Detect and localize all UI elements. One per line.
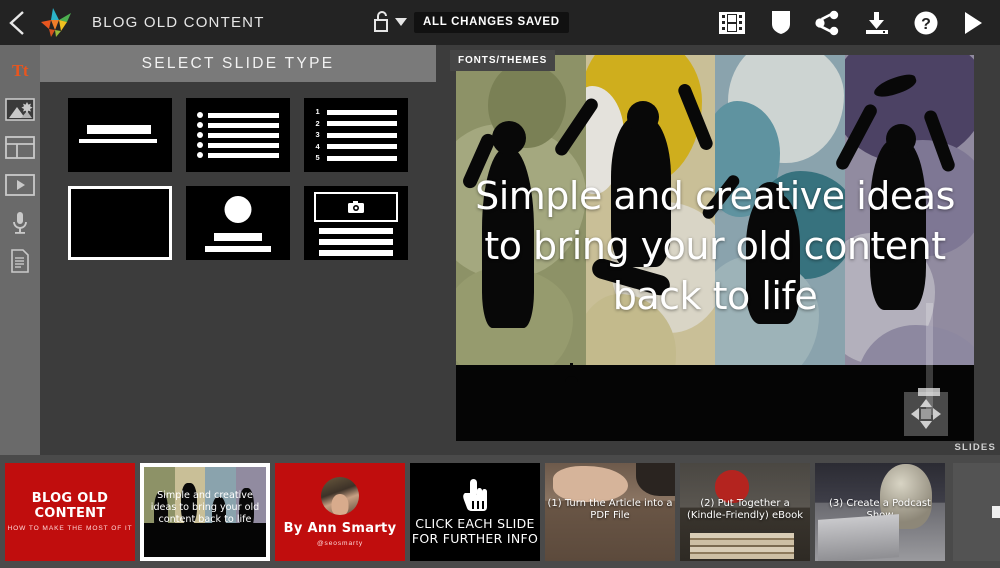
slides-label: SLIDES <box>954 442 996 453</box>
skyline-spire <box>564 363 578 389</box>
thumb-slide-1[interactable]: BLOG OLD CONTENT HOW TO MAKE THE MOST OF… <box>5 462 135 561</box>
chevron-left-icon <box>9 10 24 35</box>
plus-icon <box>992 492 1000 532</box>
app-header: BLOG OLD CONTENT ALL CHANGES SAVED ? <box>0 0 1000 45</box>
tool-rail: Tt <box>0 45 40 455</box>
four-way-arrow-icon <box>911 399 941 429</box>
slide-text[interactable]: Simple and creative ideas to bring your … <box>456 171 974 321</box>
camera-icon <box>347 200 364 213</box>
thumb-title: Simple and creative ideas to bring your … <box>150 489 260 525</box>
film-strip-icon[interactable] <box>717 10 747 36</box>
svg-text:?: ? <box>921 16 931 33</box>
thumb-title: CLICK EACH SLIDE FOR FURTHER INFO <box>411 516 539 546</box>
slide-type-panel-header: SELECT SLIDE TYPE <box>40 45 436 82</box>
slide-type-lines-preview <box>82 216 159 230</box>
save-status-badge: ALL CHANGES SAVED <box>414 12 569 33</box>
move-resize-handle[interactable] <box>904 392 948 436</box>
app-logo-bird-icon <box>41 7 71 37</box>
download-icon[interactable] <box>864 10 890 36</box>
slide-type-title-preview <box>68 98 172 172</box>
thumb-subtitle: @seosmarty <box>316 539 364 547</box>
back-button[interactable] <box>0 0 34 45</box>
header-actions: ? <box>717 0 984 45</box>
unlocked-padlock-icon <box>374 11 388 32</box>
crowd-silhouette <box>456 365 974 441</box>
privacy-lock-button[interactable] <box>372 9 407 33</box>
slide-type-title[interactable] <box>68 98 172 172</box>
slide-canvas[interactable]: Simple and creative ideas to bring your … <box>456 55 974 441</box>
thumb-slide-2[interactable]: Simple and creative ideas to bring your … <box>140 462 270 561</box>
thumb-slide-4[interactable]: CLICK EACH SLIDE FOR FURTHER INFO <box>410 462 540 561</box>
notes-tool[interactable] <box>5 249 35 273</box>
layout-tool[interactable] <box>5 135 35 159</box>
slide-type-panel: SELECT SLIDE TYPE 1 2 3 4 5 <box>40 45 436 455</box>
avatar <box>321 476 359 515</box>
thumb-title: BLOG OLD CONTENT <box>31 491 109 521</box>
text-tool[interactable]: Tt <box>5 59 35 83</box>
slide-type-profile[interactable] <box>186 186 290 260</box>
add-slide-button[interactable] <box>953 462 1000 561</box>
thumb-slide-3[interactable]: By Ann Smarty @seosmarty <box>275 462 405 561</box>
slide-type-bullet-list[interactable] <box>186 98 290 172</box>
thumb-title: (3) Create a Podcast Show <box>829 497 931 522</box>
image-icon <box>5 97 35 121</box>
app-logo[interactable] <box>34 0 80 45</box>
document-icon <box>11 249 29 273</box>
image-tool[interactable] <box>5 97 35 121</box>
slide-type-bullet-preview <box>197 112 279 158</box>
video-tool[interactable] <box>5 173 35 197</box>
thumb-title: (1) Turn the Article into a PDF File <box>547 497 673 522</box>
text-tt-icon: Tt <box>12 61 29 80</box>
microphone-icon <box>13 212 27 234</box>
thumb-slide-7[interactable]: (3) Create a Podcast Show <box>815 462 945 561</box>
slide-type-numbered-list[interactable]: 1 2 3 4 5 <box>304 98 408 172</box>
fonts-themes-button[interactable]: FONTS/THEMES <box>450 50 556 71</box>
panel-title: SELECT SLIDE TYPE <box>141 54 335 72</box>
layout-icon <box>5 135 35 159</box>
play-icon[interactable] <box>962 10 984 36</box>
slide-type-text-lines[interactable] <box>68 186 172 260</box>
document-title[interactable]: BLOG OLD CONTENT <box>92 14 265 31</box>
thumb-title: (2) Put Together a (Kindle-Friendly) eBo… <box>686 497 804 522</box>
list-number: 1 <box>315 107 320 117</box>
slide-type-numbered-preview: 1 2 3 4 5 <box>315 107 397 163</box>
shield-badge-icon[interactable] <box>770 9 792 36</box>
thumb-slide-6[interactable]: (2) Put Together a (Kindle-Friendly) eBo… <box>680 462 810 561</box>
silhouette-head-1 <box>492 120 527 155</box>
list-number: 2 <box>315 118 320 128</box>
slide-type-photo-caption[interactable] <box>304 186 408 260</box>
slide-type-profile-preview <box>186 186 290 260</box>
thumb-title: By Ann Smarty <box>283 520 397 536</box>
slide-type-photo-preview <box>304 186 408 260</box>
list-number: 5 <box>315 153 320 163</box>
slide-type-grid: 1 2 3 4 5 <box>40 82 436 260</box>
help-question-icon[interactable]: ? <box>913 10 939 36</box>
list-number: 4 <box>315 141 320 151</box>
video-play-icon <box>5 174 35 196</box>
list-number: 3 <box>315 130 320 140</box>
share-icon[interactable] <box>815 10 841 36</box>
slide-filmstrip: BLOG OLD CONTENT HOW TO MAKE THE MOST OF… <box>0 455 1000 568</box>
thumb-subtitle: HOW TO MAKE THE MOST OF IT <box>7 525 133 532</box>
audio-tool[interactable] <box>5 211 35 235</box>
canvas-area: FONTS/THEMES Simple and creative ideas t… <box>436 45 1000 455</box>
thumb-slide-5[interactable]: (1) Turn the Article into a PDF File <box>545 462 675 561</box>
pointing-hand-icon <box>463 479 487 511</box>
chevron-down-icon <box>395 18 407 26</box>
app-root: BLOG OLD CONTENT ALL CHANGES SAVED ? Tt … <box>0 0 1000 568</box>
